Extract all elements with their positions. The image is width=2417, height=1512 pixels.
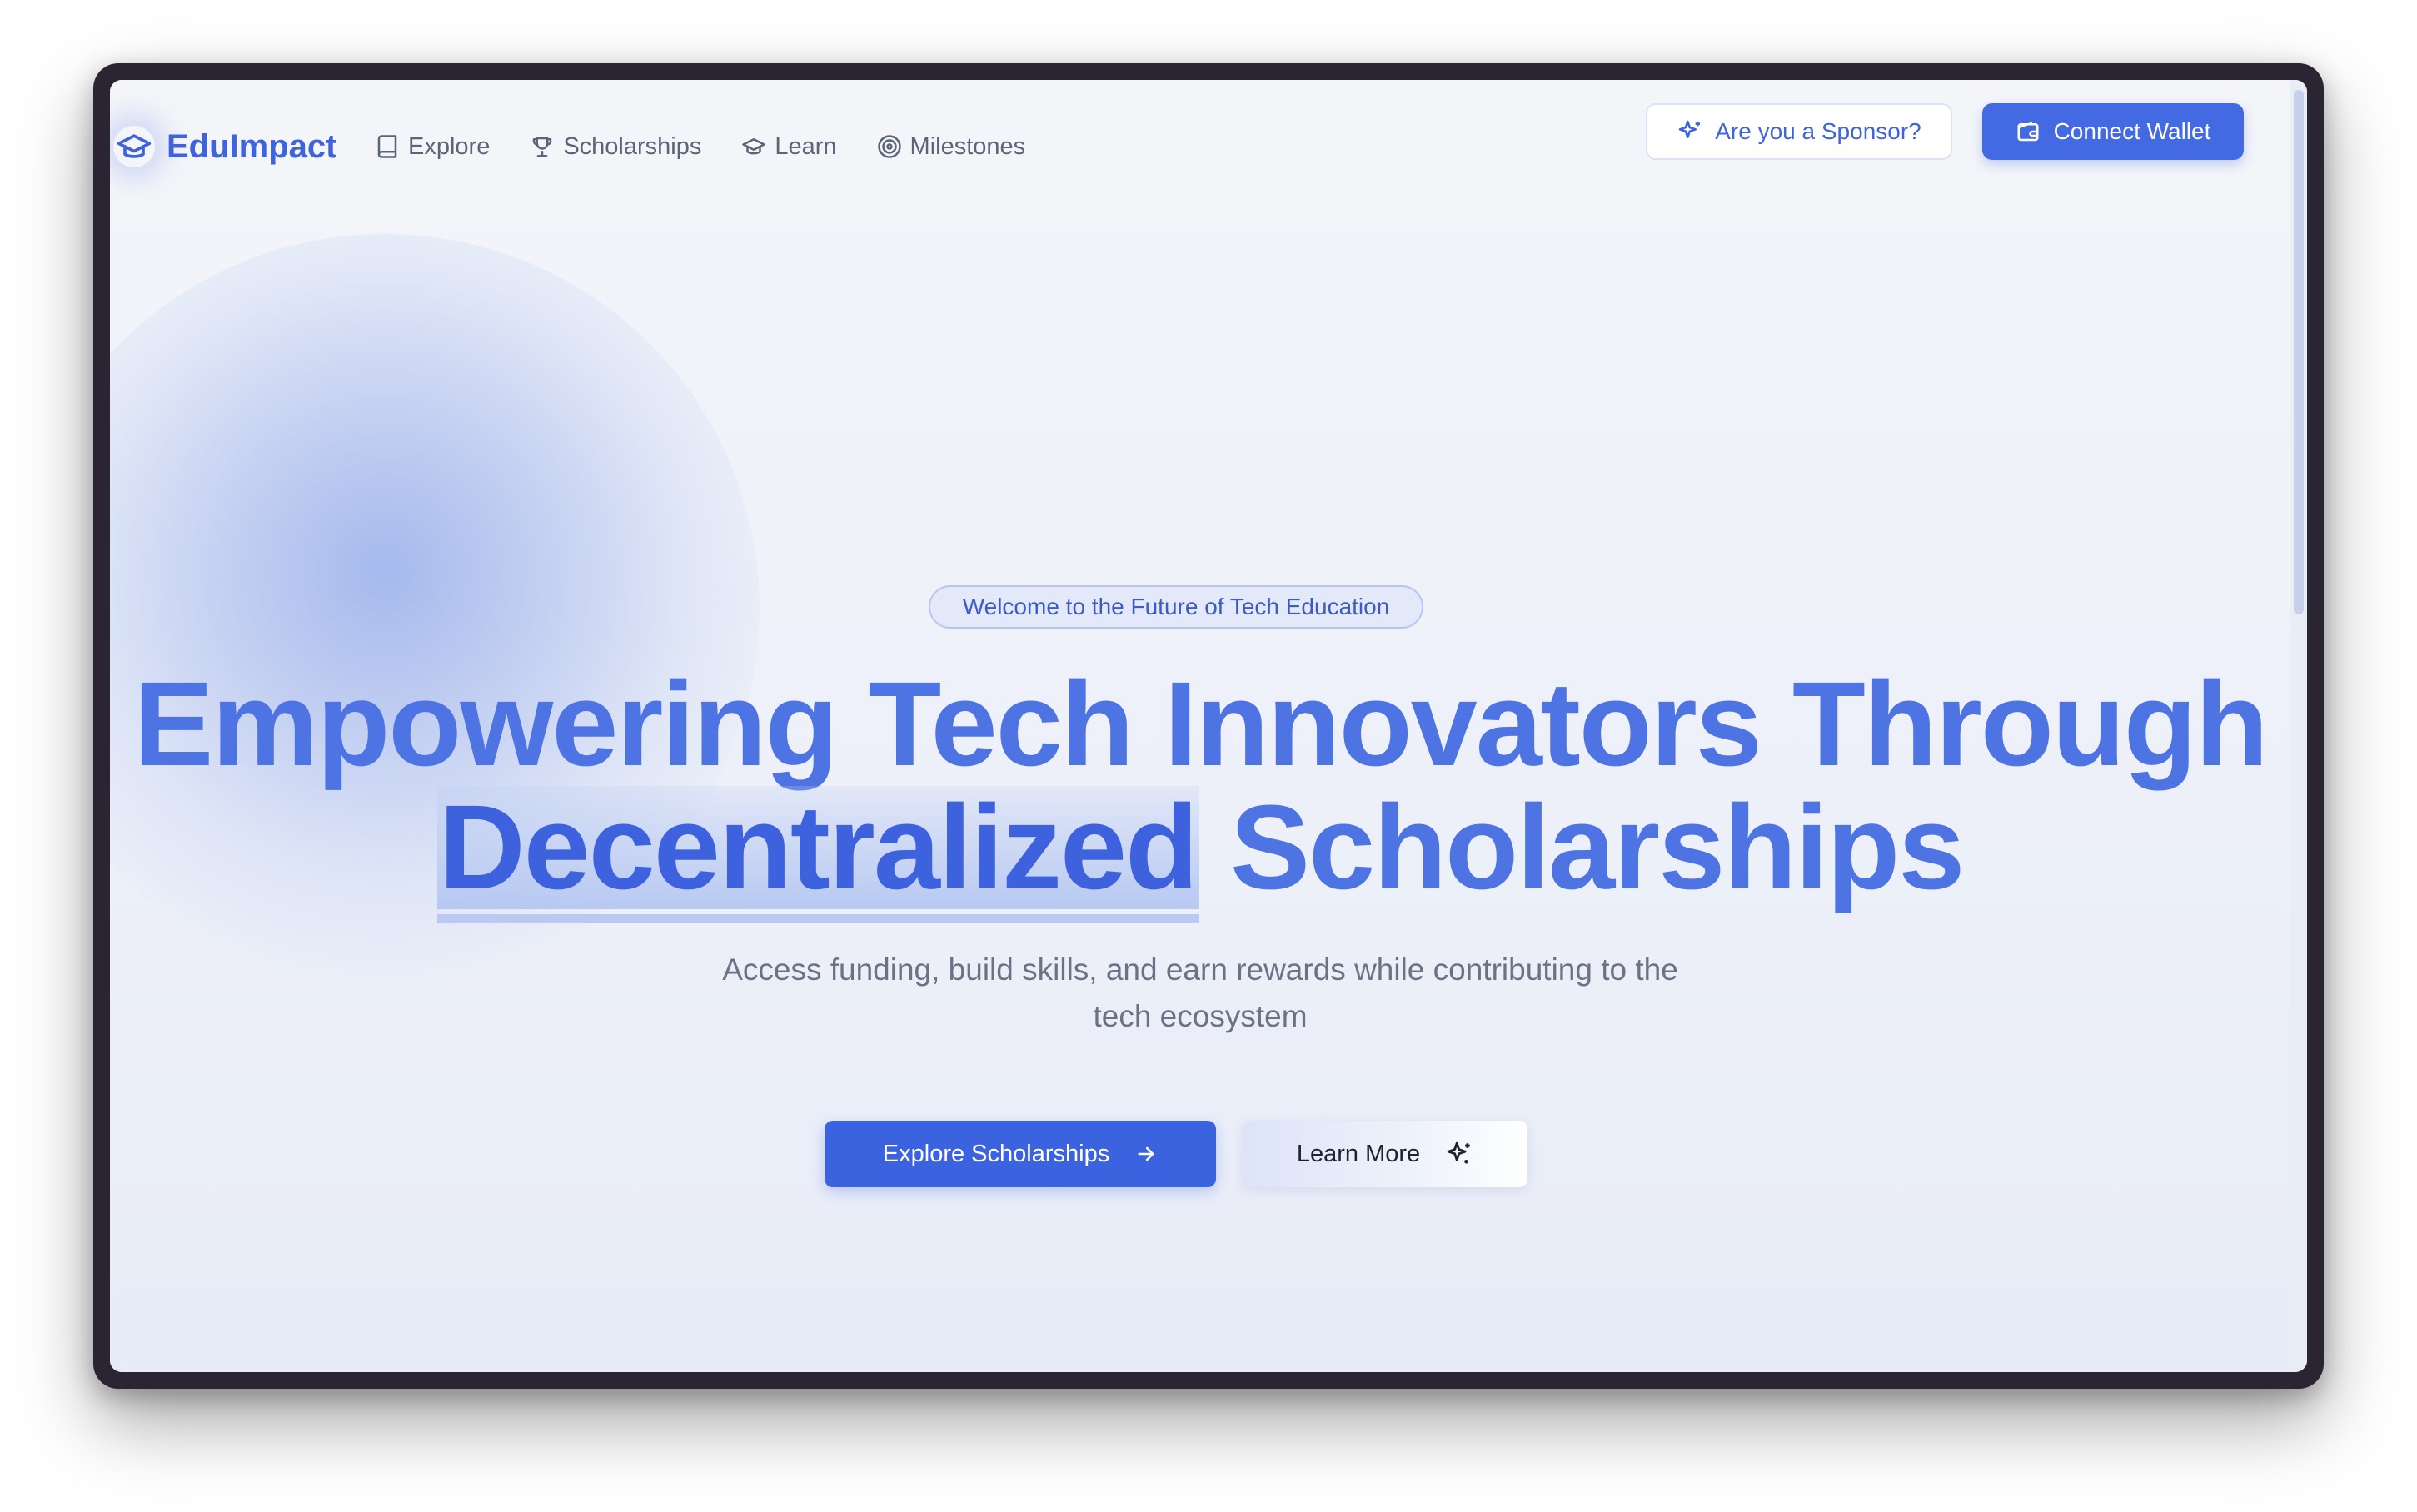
hero-subtitle: Access funding, build skills, and earn r… bbox=[722, 952, 1678, 1033]
hero-section: Welcome to the Future of Tech Education … bbox=[110, 226, 2290, 1372]
brand-logo[interactable]: EduImpact bbox=[110, 112, 336, 182]
nav-label-scholarships: Scholarships bbox=[563, 132, 702, 160]
top-navbar: EduImpact Explore Scholarships Learn Mil… bbox=[110, 80, 2290, 226]
arrow-right-icon bbox=[1138, 1146, 1154, 1161]
explore-scholarships-button[interactable]: Explore Scholarships bbox=[825, 1121, 1216, 1187]
hero-headline: Empowering Tech Innovators Through Decen… bbox=[110, 657, 2290, 923]
nav-links: Explore Scholarships Learn Milestones bbox=[375, 112, 1065, 182]
book-icon bbox=[377, 135, 397, 158]
wallet-icon bbox=[2017, 122, 2039, 142]
headline-line-2-rest: Scholarships bbox=[1230, 780, 1965, 914]
nav-item-scholarships[interactable]: Scholarships bbox=[530, 133, 701, 161]
graduation-cap-icon bbox=[742, 138, 766, 155]
headline-line-1: Empowering Tech Innovators Through bbox=[133, 657, 2268, 791]
headline-highlight: Decentralized bbox=[436, 780, 1199, 923]
explore-scholarships-label: Explore Scholarships bbox=[882, 1140, 1110, 1167]
welcome-badge-text: Welcome to the Future of Tech Education bbox=[962, 594, 1390, 619]
connect-wallet-button[interactable]: Connect Wallet bbox=[1982, 103, 2244, 160]
headline-line-2: Decentralized Scholarships bbox=[110, 780, 2290, 923]
trophy-icon bbox=[533, 137, 552, 157]
nav-label-explore: Explore bbox=[408, 132, 491, 160]
browser-viewport: EduImpact Explore Scholarships Learn Mil… bbox=[110, 80, 2307, 1372]
sparkles-icon bbox=[1678, 120, 1701, 138]
sparkles-icon bbox=[1447, 1141, 1470, 1164]
learn-more-button[interactable]: Learn More bbox=[1243, 1121, 1527, 1187]
nav-label-milestones: Milestones bbox=[909, 132, 1026, 160]
learn-more-label: Learn More bbox=[1296, 1140, 1421, 1167]
nav-item-explore[interactable]: Explore bbox=[375, 133, 490, 161]
sponsor-button-label: Are you a Sponsor? bbox=[1715, 118, 1921, 144]
scrollbar-thumb[interactable] bbox=[2294, 90, 2304, 614]
brand-name: EduImpact bbox=[167, 127, 337, 165]
target-icon bbox=[877, 135, 901, 158]
connect-wallet-label: Connect Wallet bbox=[2053, 118, 2211, 144]
nav-label-learn: Learn bbox=[775, 132, 837, 160]
nav-item-milestones[interactable]: Milestones bbox=[877, 132, 1026, 161]
welcome-badge: Welcome to the Future of Tech Education bbox=[929, 585, 1423, 629]
sponsor-button[interactable]: Are you a Sponsor? bbox=[1646, 103, 1952, 160]
graduation-cap-icon bbox=[113, 126, 155, 167]
nav-item-learn[interactable]: Learn bbox=[741, 132, 837, 161]
scrollbar[interactable] bbox=[2290, 80, 2307, 1372]
